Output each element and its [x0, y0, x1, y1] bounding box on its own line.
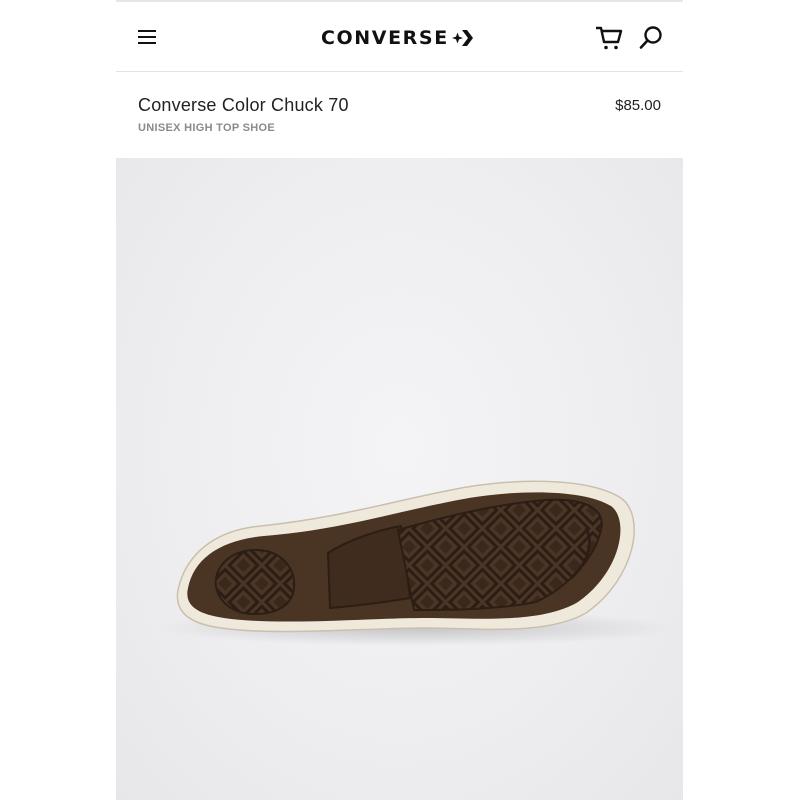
- hamburger-menu-icon: [138, 30, 156, 32]
- app-frame: CONVERSE Converse Color Chuck 70 UNISEX …: [116, 0, 683, 800]
- hamburger-menu-icon-bar: [138, 42, 156, 44]
- site-header: CONVERSE: [116, 2, 683, 72]
- brand-name: CONVERSE: [321, 27, 449, 49]
- search-button[interactable]: [638, 25, 664, 51]
- search-icon: [639, 26, 662, 49]
- star-chevron-icon: [451, 30, 473, 46]
- product-image[interactable]: [116, 158, 683, 800]
- cart-icon: [596, 26, 623, 50]
- brand-logo[interactable]: CONVERSE: [321, 26, 473, 50]
- heel-tread: [214, 548, 296, 616]
- product-subtitle: UNISEX HIGH TOP SHOE: [138, 122, 276, 134]
- product-title: Converse Color Chuck 70: [138, 95, 349, 115]
- product-price: $85.00: [615, 97, 661, 114]
- menu-button[interactable]: [136, 26, 160, 48]
- cart-button[interactable]: [594, 24, 624, 52]
- shoe-outsole-image: [156, 480, 676, 646]
- hamburger-menu-icon-bar: [138, 36, 156, 38]
